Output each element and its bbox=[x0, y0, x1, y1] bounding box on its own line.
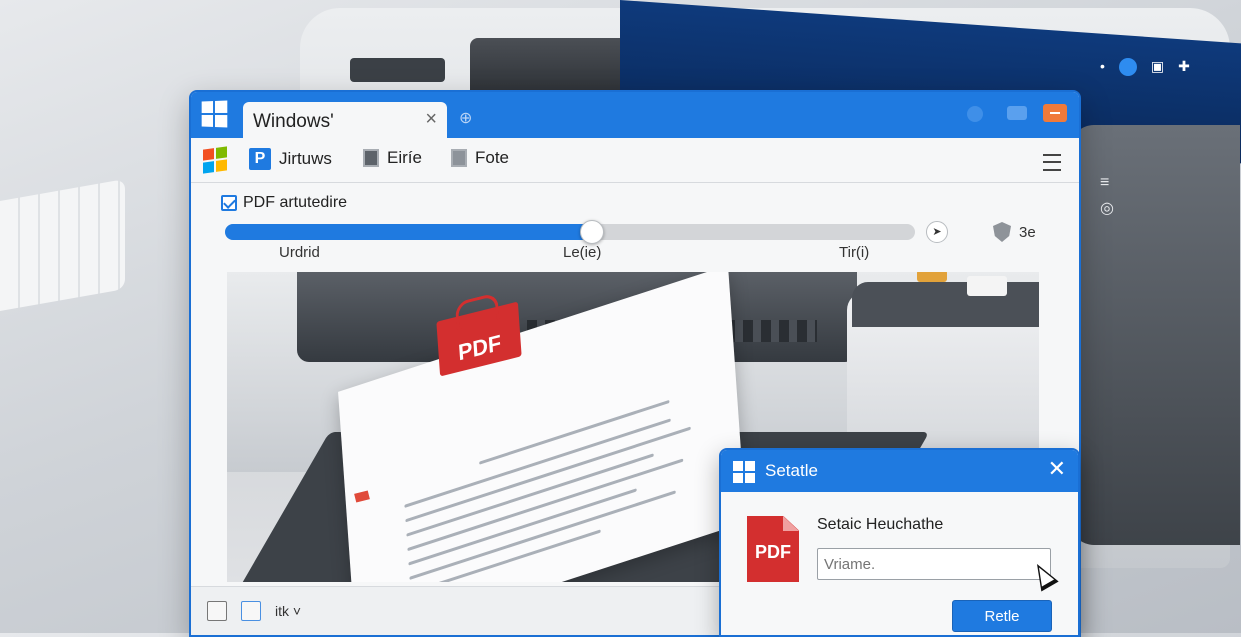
windows-logo-icon bbox=[733, 461, 755, 483]
tab-title: Windows' bbox=[253, 111, 334, 132]
save-button[interactable]: Retle bbox=[952, 600, 1052, 632]
slider-tick-label: Tir(i) bbox=[839, 244, 870, 261]
maximize-button[interactable] bbox=[1007, 106, 1027, 120]
document-icon bbox=[363, 149, 379, 167]
pdf-file-icon-text: PDF bbox=[755, 542, 791, 562]
slider-thumb[interactable] bbox=[579, 220, 604, 244]
tab-close-icon[interactable]: × bbox=[425, 108, 437, 131]
printer-menu-icon: ≡ bbox=[1100, 174, 1110, 191]
hamburger-menu-icon[interactable] bbox=[1043, 154, 1061, 171]
slider-tick-label: Le(ie) bbox=[563, 244, 602, 261]
pdf-option-label: PDF artutedire bbox=[243, 194, 348, 211]
printer-side-icons: ≡ ◎ bbox=[1100, 170, 1114, 222]
tab-windows[interactable]: Windows' × bbox=[243, 102, 447, 138]
dialog-close-icon[interactable]: ✕ bbox=[1048, 456, 1066, 482]
dialog-title: Setatle bbox=[765, 461, 818, 480]
preview-white-button bbox=[967, 276, 1007, 296]
slider-tick-label: Urdrid bbox=[279, 244, 320, 261]
toolbar-item-label: Eiríe bbox=[387, 148, 422, 167]
tray-globe-icon bbox=[1118, 58, 1137, 76]
p-app-icon: P bbox=[249, 148, 271, 170]
side-value: 3e bbox=[993, 222, 1036, 242]
quality-slider[interactable]: ➤ bbox=[225, 220, 948, 244]
slider-end-icon[interactable]: ➤ bbox=[926, 221, 948, 243]
windows-logo-icon bbox=[201, 100, 228, 128]
shield-icon bbox=[993, 222, 1011, 242]
side-value-text: 3e bbox=[1019, 223, 1036, 241]
tray-dot-icon: • bbox=[1100, 58, 1105, 74]
printer-side-panel bbox=[1070, 125, 1240, 545]
printer-display bbox=[350, 58, 445, 82]
new-tab-icon[interactable]: ⊕ bbox=[459, 108, 472, 128]
slider-fill bbox=[225, 224, 591, 240]
toolbar: P Jirtuws Eiríe Fote bbox=[191, 138, 1079, 183]
preview-printer-panel bbox=[852, 282, 1039, 327]
monitor-tray: • ▣ ✚ bbox=[1100, 58, 1190, 76]
tray-network-icon: ▣ bbox=[1150, 58, 1165, 74]
document-icon bbox=[451, 149, 467, 167]
microsoft-logo-icon[interactable] bbox=[203, 146, 227, 174]
toolbar-item-jirtuws[interactable]: P Jirtuws bbox=[249, 148, 332, 170]
status-text[interactable]: itk ˅ bbox=[275, 603, 301, 619]
page-icon[interactable] bbox=[207, 601, 227, 621]
toolbar-item-fote[interactable]: Fote bbox=[451, 148, 509, 168]
title-bar: Windows' × ⊕ bbox=[191, 92, 1079, 138]
copy-icon[interactable] bbox=[241, 601, 261, 621]
close-window-button[interactable] bbox=[1043, 104, 1067, 122]
pdf-option-checkbox[interactable] bbox=[221, 195, 237, 211]
save-dialog: Setatle ✕ PDF Setaic Heuchathe Retle bbox=[719, 448, 1080, 637]
toolbar-item-eirie[interactable]: Eiríe bbox=[363, 148, 422, 168]
minimize-button[interactable] bbox=[967, 106, 983, 122]
tray-arrow-icon: ✚ bbox=[1178, 58, 1190, 74]
printer-wifi-icon: ◎ bbox=[1100, 200, 1114, 217]
toolbar-item-label: Jirtuws bbox=[279, 149, 332, 168]
toolbar-item-label: Fote bbox=[475, 148, 510, 167]
dialog-label: Setaic Heuchathe bbox=[817, 516, 944, 533]
background-keyboard bbox=[0, 178, 125, 312]
filename-input[interactable] bbox=[817, 548, 1051, 580]
pdf-option-row[interactable]: PDF artutedire bbox=[221, 194, 347, 212]
dialog-title-bar: Setatle ✕ bbox=[721, 450, 1078, 492]
preview-orange-button bbox=[917, 272, 947, 282]
